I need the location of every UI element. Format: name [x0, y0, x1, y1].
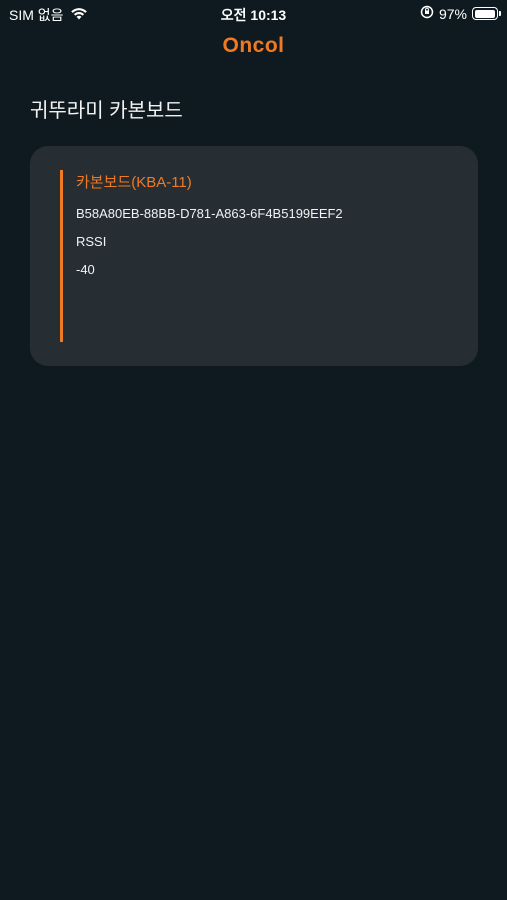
device-id: B58A80EB-88BB-D781-A863-6F4B5199EEF2 [76, 206, 343, 221]
card-body: 카본보드(KBA-11) B58A80EB-88BB-D781-A863-6F4… [76, 174, 462, 278]
device-card[interactable]: 카본보드(KBA-11) B58A80EB-88BB-D781-A863-6F4… [30, 146, 478, 366]
oncol-logo: Oncol [222, 34, 285, 57]
status-bar: SIM 없음 오전 10:13 97% [0, 0, 507, 28]
orientation-lock-icon [420, 5, 434, 22]
battery-percent: 97% [438, 5, 467, 22]
rssi-value: -40 [76, 262, 95, 277]
battery-icon [472, 7, 501, 20]
card-accent-bar [60, 170, 63, 342]
battery-level [474, 9, 495, 18]
device-name: 카본보드(KBA-11) [76, 174, 192, 191]
page-title: 귀뚜라미 카본보드 [30, 100, 183, 122]
app-header: Oncol [0, 30, 507, 64]
rssi-label: RSSI [76, 234, 107, 249]
status-right: 97% [420, 5, 501, 22]
app-screen: SIM 없음 오전 10:13 97% Oncol 귀뚜라미 카본보드 카본보드… [0, 0, 507, 900]
